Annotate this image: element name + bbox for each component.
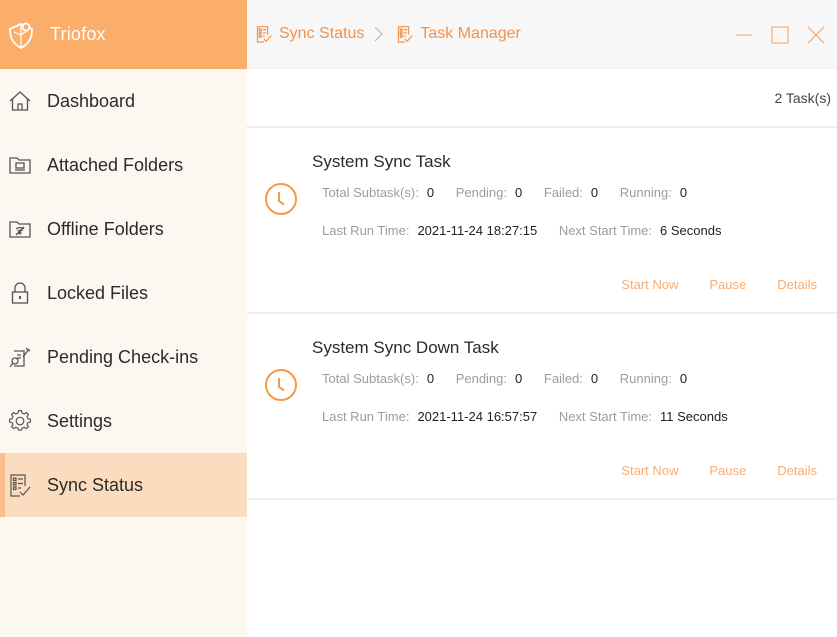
failed-value: 0 xyxy=(590,371,599,386)
last-run-label: Last Run Time: xyxy=(322,223,410,238)
pause-link[interactable]: Pause xyxy=(709,277,746,292)
pending-value: 0 xyxy=(515,371,523,386)
brand-header: Triofox xyxy=(0,0,247,69)
running-value: 0 xyxy=(679,185,688,200)
window-controls xyxy=(721,22,829,48)
breadcrumb-sync-status[interactable]: Sync Status xyxy=(279,25,364,43)
sidebar-item-label: Dashboard xyxy=(47,90,136,111)
minimize-icon[interactable] xyxy=(731,22,757,48)
stat-label: Running: xyxy=(619,371,672,386)
task-times: Last Run Time: 2021-11-24 16:57:57 Next S… xyxy=(322,409,746,424)
task-stats: Total Subtask(s): 0 Pending: 0 Failed: 0 Ru… xyxy=(322,185,705,200)
sidebar-item-label: Sync Status xyxy=(47,474,144,495)
next-start-label: Next Start Time: xyxy=(558,409,653,424)
task-times: Last Run Time: 2021-11-24 18:27:15 Next S… xyxy=(322,223,739,238)
next-start-label: Next Start Time: xyxy=(558,223,653,238)
home-icon xyxy=(9,90,31,112)
sidebar-item-locked-files[interactable]: Locked Files xyxy=(0,261,247,325)
sidebar-item-label: Offline Folders xyxy=(47,218,164,239)
sidebar-item-offline-folders[interactable]: Offline Folders xyxy=(0,197,247,261)
start-now-link[interactable]: Start Now xyxy=(621,277,678,292)
details-link[interactable]: Details xyxy=(777,277,817,292)
app-window: Triofox Dashboard Attached Folders Offli… xyxy=(0,0,837,637)
title-bar: Sync Status Task Manager xyxy=(247,0,837,69)
task-title: System Sync Task xyxy=(312,152,451,171)
sidebar-item-settings[interactable]: Settings xyxy=(0,389,247,453)
stat-label: Running: xyxy=(619,185,672,200)
stat-label: Pending: xyxy=(455,185,508,200)
task-card: System Sync Down Task Total Subtask(s): 0… xyxy=(247,314,837,500)
task-actions: Start Now Pause Details xyxy=(590,277,817,292)
sidebar-item-label: Settings xyxy=(47,410,113,431)
details-link[interactable]: Details xyxy=(777,463,817,478)
sidebar-item-pending-check-ins[interactable]: Pending Check-ins xyxy=(0,325,247,389)
breadcrumb: Sync Status Task Manager xyxy=(247,25,521,43)
task-stats: Total Subtask(s): 0 Pending: 0 Failed: 0 Ru… xyxy=(322,371,705,386)
clock-icon xyxy=(264,368,298,402)
sidebar-item-sync-status[interactable]: Sync Status xyxy=(0,453,247,517)
attached-folder-icon xyxy=(9,154,31,176)
last-run-value: 2021-11-24 18:27:15 xyxy=(417,223,538,238)
checklist-icon xyxy=(396,25,414,43)
task-count-bar: 2 Task(s) xyxy=(247,69,837,128)
stat-label: Failed: xyxy=(543,371,583,386)
close-icon[interactable] xyxy=(803,22,829,48)
next-start-value: 6 Seconds xyxy=(660,223,722,238)
sidebar: Triofox Dashboard Attached Folders Offli… xyxy=(0,0,247,637)
sidebar-item-label: Locked Files xyxy=(47,282,149,303)
task-title: System Sync Down Task xyxy=(312,338,499,357)
sidebar-nav: Dashboard Attached Folders Offline Folde… xyxy=(0,69,247,517)
triofox-logo-icon xyxy=(6,19,36,51)
sidebar-item-label: Pending Check-ins xyxy=(47,346,199,367)
task-count: 2 Task(s) xyxy=(774,89,831,106)
pending-value: 0 xyxy=(515,185,523,200)
task-card: System Sync Task Total Subtask(s): 0 Pend… xyxy=(247,128,837,314)
pending-checkin-icon xyxy=(9,346,31,368)
running-value: 0 xyxy=(679,371,688,386)
checklist-icon xyxy=(9,474,31,497)
start-now-link[interactable]: Start Now xyxy=(621,463,678,478)
task-manager-panel: 2 Task(s) System Sync Task Total Subtask… xyxy=(247,69,837,637)
gear-icon xyxy=(9,410,31,432)
last-run-value: 2021-11-24 16:57:57 xyxy=(417,409,538,424)
failed-value: 0 xyxy=(590,185,599,200)
total-subtasks-value: 0 xyxy=(426,371,435,386)
clock-icon xyxy=(264,182,298,216)
app-name: Triofox xyxy=(50,24,106,44)
stat-label: Failed: xyxy=(543,185,583,200)
sidebar-item-label: Attached Folders xyxy=(47,154,184,175)
pause-link[interactable]: Pause xyxy=(709,463,746,478)
sidebar-item-attached-folders[interactable]: Attached Folders xyxy=(0,133,247,197)
lock-icon xyxy=(9,282,31,304)
maximize-icon[interactable] xyxy=(767,22,793,48)
stat-label: Total Subtask(s): xyxy=(322,371,419,386)
chevron-right-icon xyxy=(374,26,384,42)
checklist-icon xyxy=(255,25,273,43)
stat-label: Total Subtask(s): xyxy=(322,185,419,200)
offline-folder-icon xyxy=(9,218,31,240)
total-subtasks-value: 0 xyxy=(426,185,435,200)
breadcrumb-task-manager: Task Manager xyxy=(420,25,521,42)
next-start-value: 11 Seconds xyxy=(660,409,728,424)
stat-label: Pending: xyxy=(455,371,508,386)
last-run-label: Last Run Time: xyxy=(322,409,410,424)
sidebar-item-dashboard[interactable]: Dashboard xyxy=(0,69,247,133)
task-actions: Start Now Pause Details xyxy=(590,463,817,478)
